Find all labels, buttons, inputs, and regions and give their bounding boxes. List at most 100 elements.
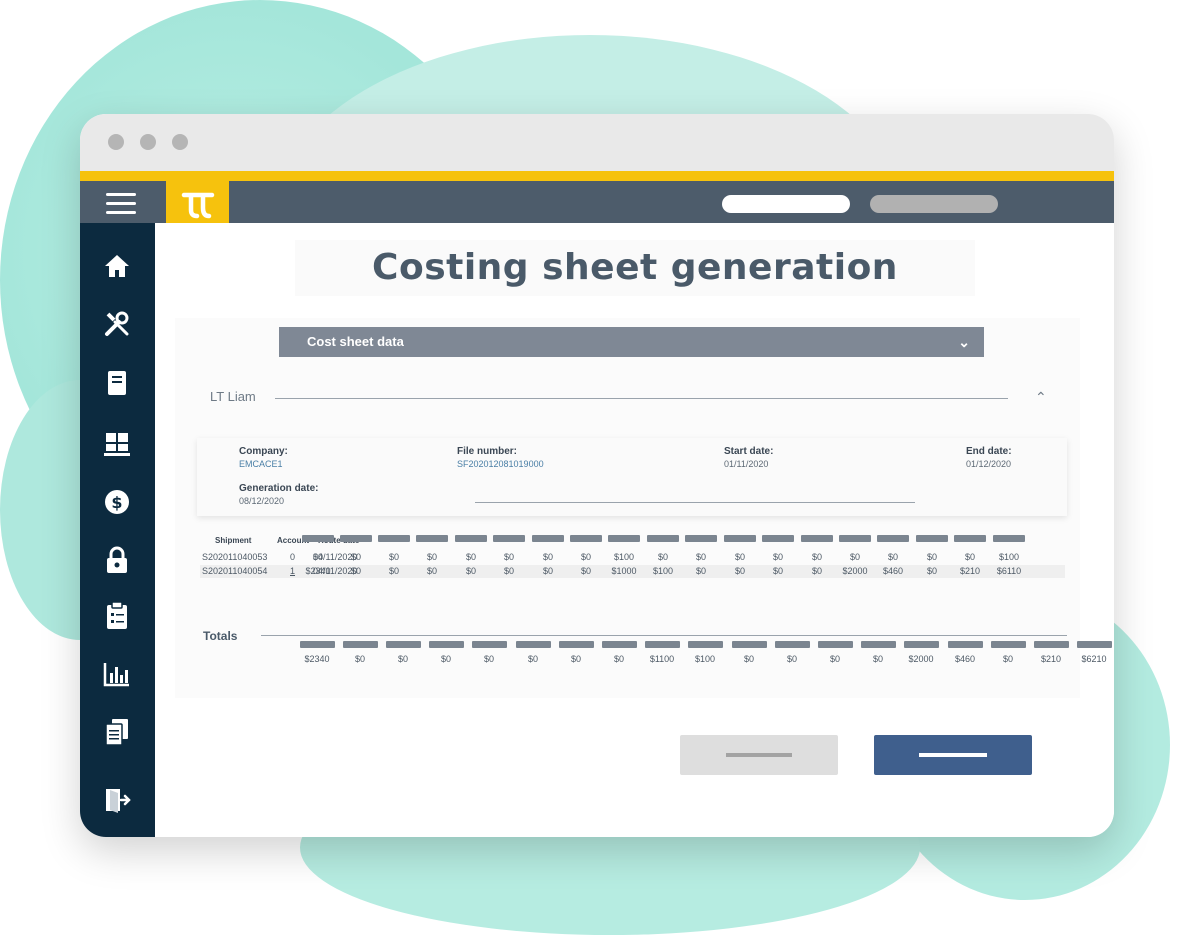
cost-cell: $100 xyxy=(652,566,674,576)
total-value: $0 xyxy=(1002,654,1014,664)
secondary-button[interactable] xyxy=(680,735,838,775)
cost-cell: $1000 xyxy=(611,566,637,576)
cost-cell: $0 xyxy=(734,566,746,576)
documents-icon[interactable] xyxy=(102,717,132,747)
chevron-down-icon: ⌄ xyxy=(958,334,970,350)
table-row[interactable]: S202011040053 0 04/11/2020 $0 $0 $0 $0 $0 $0 $… xyxy=(200,551,1065,564)
logout-icon[interactable] xyxy=(102,785,132,815)
account-cell[interactable]: 1 xyxy=(290,565,295,578)
column-header-placeholder xyxy=(493,535,525,542)
pallet-boxes-icon[interactable] xyxy=(102,429,132,459)
cost-sheet-dropdown[interactable]: Cost sheet data ⌄ xyxy=(279,327,984,357)
book-icon[interactable] xyxy=(102,368,132,398)
top-navbar xyxy=(80,178,1114,231)
cost-cell: $0 xyxy=(580,552,592,562)
browser-window: $ Costing sheet generation Cost sheet da… xyxy=(80,114,1114,837)
column-header-placeholder xyxy=(877,535,909,542)
topbar-pill-placeholder[interactable] xyxy=(870,195,998,213)
cost-cell: $0 xyxy=(388,552,400,562)
cost-cell: $2000 xyxy=(842,566,868,576)
section-divider xyxy=(275,398,1008,399)
total-value: $100 xyxy=(694,654,716,664)
sidebar: $ xyxy=(80,223,155,837)
chevron-up-icon[interactable]: ⌃ xyxy=(1035,389,1047,406)
cost-cell: $100 xyxy=(998,552,1020,562)
home-icon[interactable] xyxy=(102,251,132,281)
table-row[interactable]: S202011040054 1 04/11/2020 $2340 $0 $0 $0 $0… xyxy=(200,565,1065,578)
column-header-placeholder xyxy=(378,535,410,542)
total-value: $0 xyxy=(743,654,755,664)
file-number-value[interactable]: SF202012081019000 xyxy=(457,459,544,469)
cost-cell: $0 xyxy=(964,552,976,562)
column-header-placeholder xyxy=(916,535,948,542)
totals-header-placeholder xyxy=(516,641,551,648)
column-header-placeholder xyxy=(340,535,372,542)
start-date-value: 01/11/2020 xyxy=(724,459,769,469)
window-dot[interactable] xyxy=(108,134,124,150)
totals-header-placeholder xyxy=(688,641,723,648)
column-header-placeholder xyxy=(455,535,487,542)
cost-cell: $6110 xyxy=(996,566,1022,576)
button-label-placeholder xyxy=(726,753,792,757)
generation-date-value: 08/12/2020 xyxy=(239,496,285,506)
cost-cell: $0 xyxy=(503,552,515,562)
total-value: $0 xyxy=(570,654,582,664)
start-date-field: Start date: 01/11/2020 xyxy=(724,446,773,469)
file-number-field: File number: SF202012081019000 xyxy=(457,446,544,469)
main-content: Costing sheet generation Cost sheet data… xyxy=(155,223,1114,837)
button-label-placeholder xyxy=(919,753,987,757)
window-dot[interactable] xyxy=(140,134,156,150)
clipboard-icon[interactable] xyxy=(102,601,132,631)
cost-cell: $0 xyxy=(465,566,477,576)
totals-header-placeholder xyxy=(1034,641,1069,648)
topbar-pill-placeholder[interactable] xyxy=(722,195,850,213)
totals-header-placeholder xyxy=(991,641,1026,648)
cost-cell: $0 xyxy=(811,566,823,576)
cost-cell: $0 xyxy=(772,552,784,562)
column-header-placeholder xyxy=(724,535,756,542)
total-value: $460 xyxy=(954,654,976,664)
page-title: Costing sheet generation xyxy=(295,240,975,296)
field-label: Start date: xyxy=(724,446,774,457)
total-value: $6210 xyxy=(1081,654,1107,664)
column-header-placeholder xyxy=(685,535,717,542)
dollar-icon[interactable]: $ xyxy=(102,487,132,517)
field-label: Generation date: xyxy=(239,483,319,494)
cost-cell: $0 xyxy=(657,552,669,562)
cost-cell: $0 xyxy=(426,552,438,562)
total-value: $0 xyxy=(483,654,495,664)
totals-header-placeholder xyxy=(429,641,464,648)
total-value: $210 xyxy=(1040,654,1062,664)
cost-cell: $0 xyxy=(772,566,784,576)
totals-header-placeholder xyxy=(904,641,939,648)
company-value[interactable]: EMCACE1 xyxy=(239,459,288,469)
totals-label: Totals xyxy=(203,629,238,643)
total-value: $0 xyxy=(440,654,452,664)
shipment-cell: S202011040053 xyxy=(202,552,268,562)
totals-header-placeholder xyxy=(948,641,983,648)
cost-cell: $0 xyxy=(503,566,515,576)
totals-header-placeholder xyxy=(386,641,421,648)
window-dot[interactable] xyxy=(172,134,188,150)
total-value: $0 xyxy=(397,654,409,664)
primary-button[interactable] xyxy=(874,735,1032,775)
cost-cell: $0 xyxy=(695,552,707,562)
generation-date-field: Generation date: 08/12/2020 xyxy=(239,483,318,506)
company-field: Company: EMCACE1 xyxy=(239,446,288,469)
column-header: Shipment xyxy=(215,536,252,545)
column-header-placeholder xyxy=(647,535,679,542)
lock-icon[interactable] xyxy=(102,545,132,575)
total-value: $0 xyxy=(354,654,366,664)
bar-chart-icon[interactable] xyxy=(102,659,132,689)
window-titlebar xyxy=(80,114,1114,171)
column-header-placeholder xyxy=(608,535,640,542)
end-date-value: 01/12/2020 xyxy=(966,459,1012,469)
tools-icon[interactable] xyxy=(102,309,132,339)
cost-cell: $0 xyxy=(887,552,899,562)
cost-cell: $460 xyxy=(882,566,904,576)
column-header-placeholder xyxy=(302,535,334,542)
menu-icon[interactable] xyxy=(106,193,136,215)
cost-cell: $0 xyxy=(312,552,324,562)
totals-header-placeholder xyxy=(343,641,378,648)
cost-cell: $0 xyxy=(734,552,746,562)
